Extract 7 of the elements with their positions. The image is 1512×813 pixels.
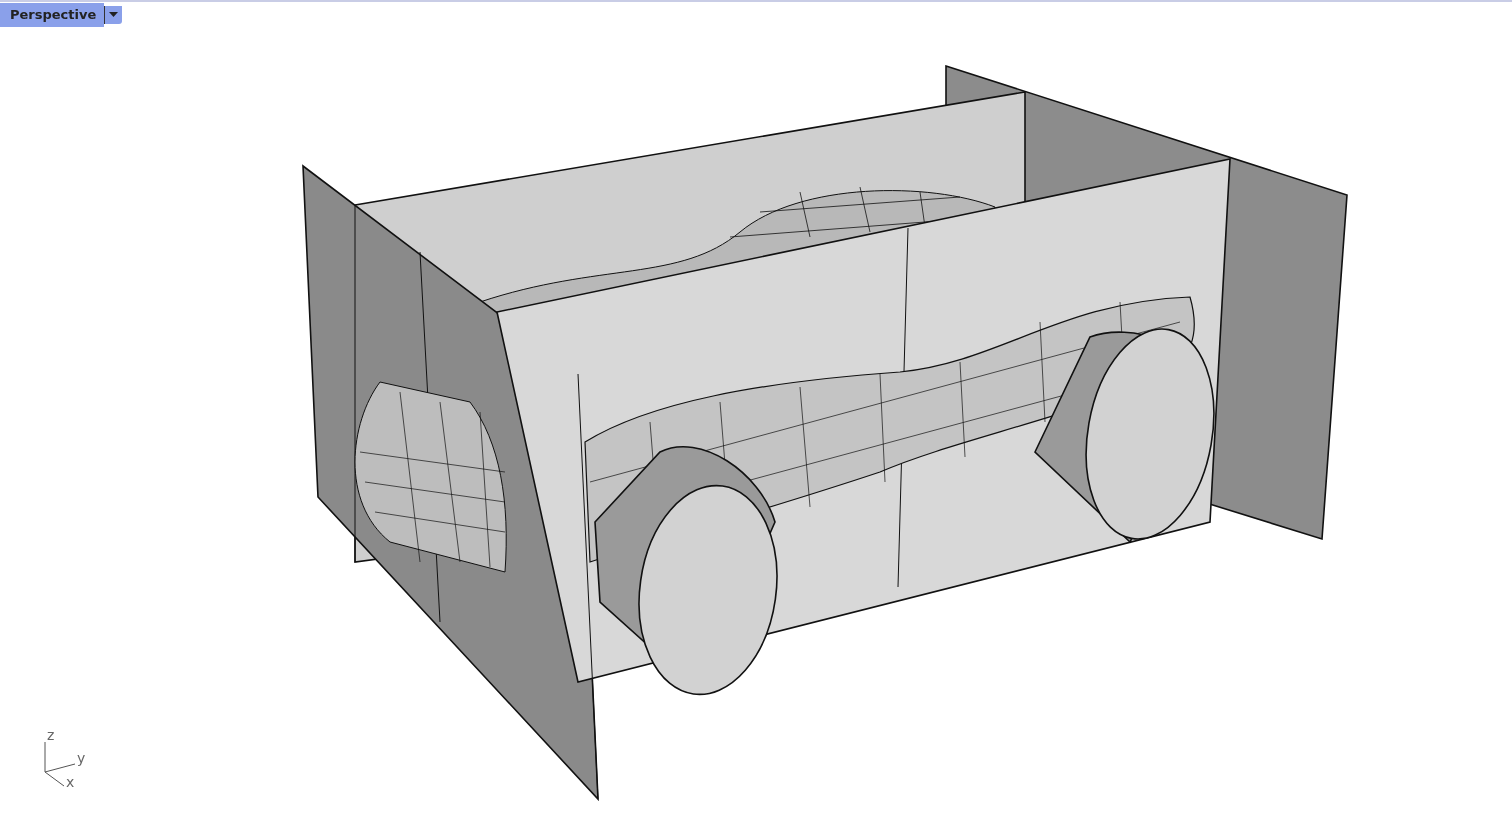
viewport-menu-button[interactable] [104,6,123,24]
z-axis-label: z [47,727,55,743]
x-axis-label: x [66,774,75,790]
axis-icon [44,741,76,787]
y-axis-label: y [77,750,86,766]
viewport-tab[interactable]: Perspective [0,3,105,27]
caret-icon [109,12,119,18]
